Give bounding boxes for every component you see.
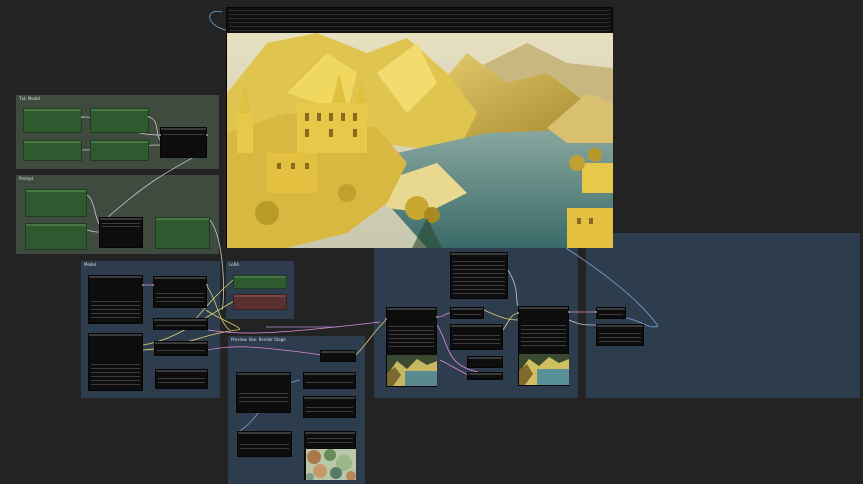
ksampler-node-1[interactable] bbox=[386, 307, 437, 387]
ksampler-preview-node[interactable] bbox=[236, 372, 291, 413]
generated-image-cheese-castle-coast bbox=[227, 33, 613, 248]
vae-loader-node[interactable] bbox=[88, 333, 143, 391]
preview-image-node[interactable] bbox=[304, 431, 356, 480]
large-preview-image-node[interactable] bbox=[226, 7, 613, 248]
model-settings-node[interactable] bbox=[153, 276, 207, 308]
text-encode-node-4[interactable] bbox=[90, 140, 149, 161]
ksampler-node-2[interactable] bbox=[518, 306, 569, 386]
text-encode-node-1[interactable] bbox=[23, 108, 82, 133]
ksampler-settings-node[interactable] bbox=[450, 252, 508, 299]
output-slot[interactable] bbox=[206, 284, 208, 286]
sampler-1-preview-thumbnail bbox=[387, 355, 437, 386]
lora-node-1[interactable] bbox=[233, 275, 287, 289]
clip-node[interactable] bbox=[154, 341, 208, 356]
prompt-positive-node[interactable] bbox=[25, 189, 87, 217]
group-title: Model bbox=[84, 262, 97, 267]
noise-preview-thumbnail bbox=[306, 449, 356, 480]
output-slot[interactable] bbox=[568, 311, 570, 313]
reroute-node[interactable] bbox=[320, 350, 356, 362]
group-title: Txt. Model bbox=[19, 96, 40, 101]
render-param-node-1[interactable] bbox=[303, 372, 356, 389]
latent-upscale-node[interactable] bbox=[450, 324, 503, 350]
seed-node[interactable] bbox=[467, 372, 503, 380]
latent-size-node[interactable] bbox=[155, 369, 208, 389]
output-slot[interactable] bbox=[148, 116, 150, 118]
text-encode-node-3[interactable] bbox=[23, 140, 82, 161]
output-slot[interactable] bbox=[436, 316, 438, 318]
prompt-negative-node[interactable] bbox=[25, 223, 87, 250]
output-slot[interactable] bbox=[206, 134, 208, 136]
model-small-node[interactable] bbox=[153, 318, 208, 330]
output-slot[interactable] bbox=[142, 284, 144, 286]
text-encode-node-2[interactable] bbox=[90, 108, 149, 133]
group-output[interactable] bbox=[586, 233, 860, 398]
upscale-node[interactable] bbox=[450, 307, 484, 319]
input-slot[interactable] bbox=[152, 284, 154, 286]
vae-decode-final-node[interactable] bbox=[596, 307, 626, 319]
group-title: LoRA bbox=[229, 262, 239, 267]
group-lora[interactable]: LoRA bbox=[226, 261, 294, 319]
input-slot[interactable] bbox=[159, 134, 161, 136]
output-slot[interactable] bbox=[81, 116, 83, 118]
input-slot[interactable] bbox=[385, 318, 387, 320]
group-title: Preview. Vae. Render Stage bbox=[231, 337, 286, 342]
sampler-2-preview-thumbnail bbox=[519, 354, 569, 385]
checkpoint-loader-node[interactable] bbox=[88, 275, 143, 324]
lora-node-2-bypassed[interactable] bbox=[233, 294, 287, 310]
group-title: Prompt bbox=[19, 176, 34, 181]
scale-node[interactable] bbox=[467, 356, 503, 368]
prompt-extra-node[interactable] bbox=[155, 217, 210, 249]
conditioning-node[interactable] bbox=[160, 127, 207, 158]
prompt-combine-node[interactable] bbox=[99, 217, 143, 248]
render-param-node-2[interactable] bbox=[303, 396, 356, 418]
input-slot[interactable] bbox=[595, 311, 597, 313]
save-image-node[interactable] bbox=[596, 324, 644, 346]
input-slot[interactable] bbox=[517, 312, 519, 314]
vae-decode-node[interactable] bbox=[237, 431, 292, 457]
